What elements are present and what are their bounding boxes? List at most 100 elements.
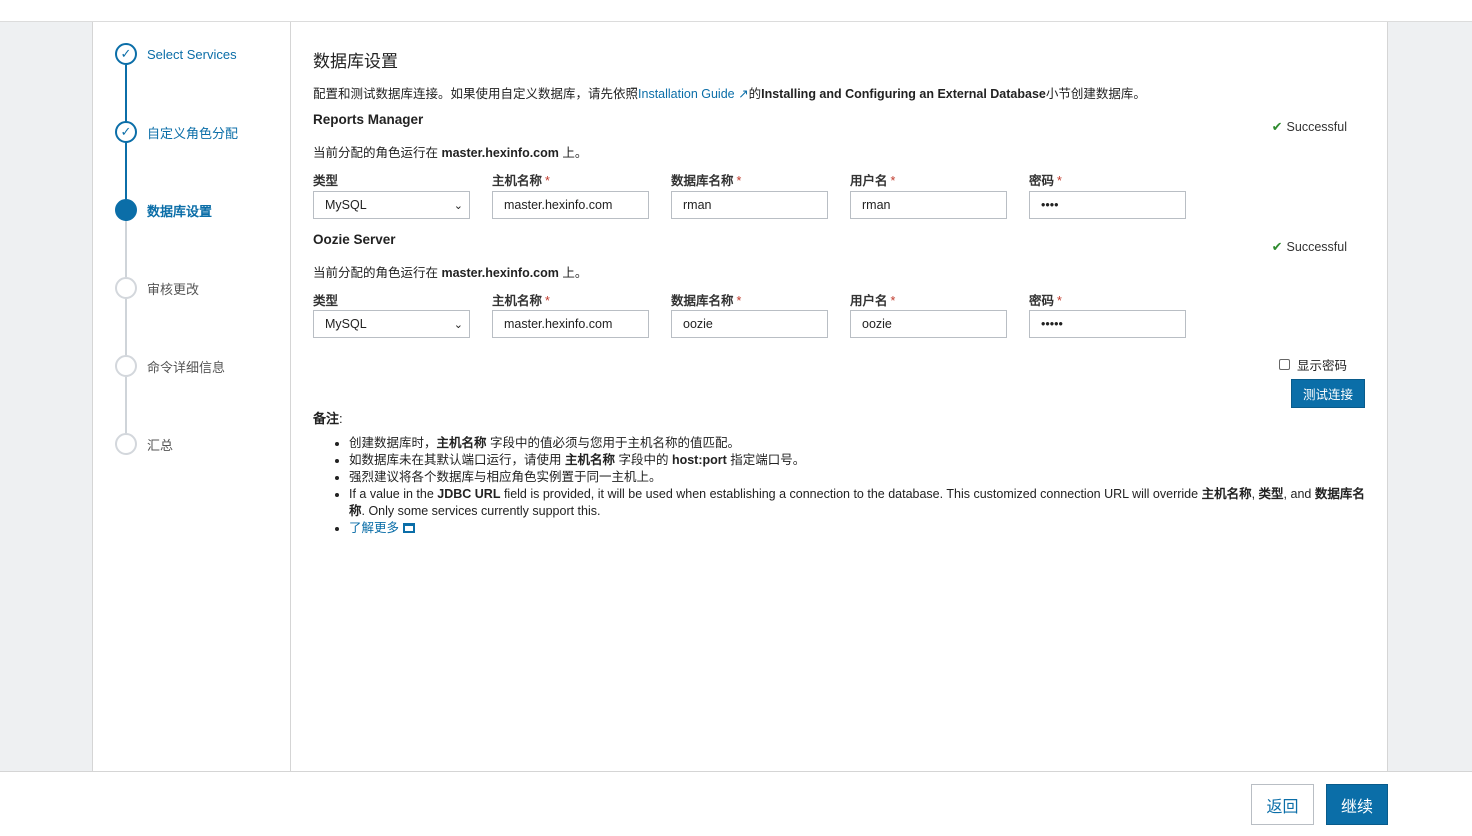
- label-text: 密码: [1029, 174, 1055, 188]
- required-mark: *: [545, 294, 550, 308]
- wizard-footer: 返回 继续: [0, 771, 1472, 836]
- step-connector-todo: [125, 221, 127, 443]
- reports-manager-assignment: 当前分配的角色运行在 master.hexinfo.com 上。: [313, 142, 587, 161]
- user-label: 用户名 *: [850, 290, 895, 309]
- step-select-services[interactable]: ✓ Select Services: [115, 42, 237, 66]
- note-text: 字段中的值必须与您用于主机名称的值匹配。: [486, 436, 741, 450]
- step-database-setup: 数据库设置: [115, 198, 212, 222]
- external-link-icon: ↗: [738, 87, 749, 101]
- note-bold: 主机名称: [436, 436, 487, 450]
- label-text: 用户名: [850, 294, 888, 308]
- step-custom-role-assignment[interactable]: ✓ 自定义角色分配: [115, 120, 238, 144]
- status-text: Successful: [1286, 120, 1347, 134]
- reports-manager-password-input[interactable]: ••••: [1029, 191, 1186, 219]
- continue-button[interactable]: 继续: [1326, 784, 1388, 825]
- oozie-server-user-input[interactable]: oozie: [850, 310, 1007, 338]
- label-text: 类型: [313, 174, 339, 188]
- intro-prefix: 配置和测试数据库连接。如果使用自定义数据库，请先依照: [313, 87, 639, 101]
- note-text: 如数据库未在其默认端口运行，请使用: [349, 453, 565, 467]
- note-text: field is provided, it will be used when …: [500, 487, 1202, 501]
- note-bold: 类型: [1258, 487, 1284, 501]
- list-item: 强烈建议将各个数据库与相应角色实例置于同一主机上。: [349, 469, 1369, 486]
- wizard-panel: ✓ Select Services ✓ 自定义角色分配 数据库设置 审核更改 命…: [92, 22, 1388, 771]
- step-summary: 汇总: [115, 432, 173, 456]
- step-command-details: 命令详细信息: [115, 354, 225, 378]
- step-label: 审核更改: [147, 281, 200, 297]
- host-label: 主机名称 *: [492, 170, 550, 189]
- notes-list: 创建数据库时，主机名称 字段中的值必须与您用于主机名称的值匹配。 如数据库未在其…: [313, 435, 1369, 537]
- database-setup-content: 数据库设置 配置和测试数据库连接。如果使用自定义数据库，请先依照Installa…: [313, 22, 1369, 771]
- list-item: If a value in the JDBC URL field is prov…: [349, 486, 1369, 520]
- oozie-server-dbname-input[interactable]: oozie: [671, 310, 828, 338]
- current-step-indicator: [115, 199, 137, 221]
- select-value: MySQL: [325, 317, 367, 331]
- status-text: Successful: [1286, 240, 1347, 254]
- assign-suffix: 上。: [558, 266, 588, 280]
- assign-prefix: 当前分配的角色运行在: [313, 146, 442, 160]
- top-bar: [0, 0, 1472, 22]
- label-text: 数据库名称: [671, 174, 734, 188]
- check-icon: ✔: [1271, 239, 1283, 254]
- learn-more-text: 了解更多: [349, 521, 400, 535]
- oozie-server-password-input[interactable]: •••••: [1029, 310, 1186, 338]
- reports-manager-title: Reports Manager: [313, 112, 424, 127]
- note-bold: 主机名称: [564, 453, 615, 467]
- checkmark-icon: ✓: [115, 43, 137, 65]
- reports-manager-type-select[interactable]: MySQL ⌄: [313, 191, 470, 219]
- assign-prefix: 当前分配的角色运行在: [313, 266, 442, 280]
- wizard-steps-sidebar: ✓ Select Services ✓ 自定义角色分配 数据库设置 审核更改 命…: [93, 22, 291, 771]
- note-text: , and: [1283, 487, 1315, 501]
- note-bold: 主机名称: [1201, 487, 1252, 501]
- list-item: 如数据库未在其默认端口运行，请使用 主机名称 字段中的 host:port 指定…: [349, 452, 1369, 469]
- intro-text: 配置和测试数据库连接。如果使用自定义数据库，请先依照Installation G…: [313, 83, 1146, 102]
- list-item: 创建数据库时，主机名称 字段中的值必须与您用于主机名称的值匹配。: [349, 435, 1369, 452]
- assign-host: master.hexinfo.com: [441, 146, 559, 160]
- password-label: 密码 *: [1029, 170, 1062, 189]
- label-text: 数据库名称: [671, 294, 734, 308]
- reports-manager-host-input[interactable]: master.hexinfo.com: [492, 191, 649, 219]
- learn-more-link[interactable]: 了解更多: [349, 521, 416, 535]
- intro-bold: Installing and Configuring an External D…: [761, 87, 1046, 101]
- back-button[interactable]: 返回: [1251, 784, 1314, 825]
- show-password-checkbox[interactable]: [1278, 359, 1290, 370]
- reports-manager-user-input[interactable]: rman: [850, 191, 1007, 219]
- step-review-changes: 审核更改: [115, 276, 199, 300]
- note-text: 字段中的: [615, 453, 672, 467]
- note-text: 指定端口号。: [726, 453, 806, 467]
- show-password-toggle[interactable]: 显示密码: [1278, 355, 1347, 374]
- note-text: . Only some services currently support t…: [361, 504, 601, 518]
- dbname-label: 数据库名称 *: [671, 170, 741, 189]
- pending-step-indicator: [115, 355, 137, 377]
- oozie-server-type-select[interactable]: MySQL ⌄: [313, 310, 470, 338]
- type-label: 类型: [313, 170, 338, 189]
- required-mark: *: [736, 174, 742, 188]
- required-mark: *: [545, 174, 550, 188]
- type-label: 类型: [313, 290, 338, 309]
- note-bold: host:port: [671, 453, 727, 467]
- reports-manager-dbname-input[interactable]: rman: [671, 191, 828, 219]
- test-connection-button[interactable]: 测试连接: [1291, 379, 1365, 408]
- required-mark: *: [890, 174, 896, 188]
- label-text: 用户名: [850, 174, 888, 188]
- check-icon: ✔: [1271, 119, 1283, 134]
- assign-suffix: 上。: [558, 146, 588, 160]
- link-text: Installation Guide: [638, 87, 735, 101]
- required-mark: *: [1057, 174, 1062, 188]
- oozie-server-title: Oozie Server: [313, 232, 396, 247]
- step-label: 命令详细信息: [147, 359, 226, 375]
- oozie-server-assignment: 当前分配的角色运行在 master.hexinfo.com 上。: [313, 262, 587, 281]
- chevron-down-icon: ⌄: [453, 318, 463, 331]
- required-mark: *: [736, 294, 742, 308]
- label-text: 类型: [313, 294, 339, 308]
- step-label: Select Services: [147, 46, 237, 62]
- required-mark: *: [890, 294, 896, 308]
- reports-manager-status: ✔ Successful: [1272, 119, 1347, 135]
- user-label: 用户名 *: [850, 170, 895, 189]
- required-mark: *: [1057, 294, 1062, 308]
- oozie-server-host-input[interactable]: master.hexinfo.com: [492, 310, 649, 338]
- step-label: 汇总: [147, 437, 174, 453]
- notes-title-colon: :: [339, 411, 343, 426]
- pending-step-indicator: [115, 277, 137, 299]
- installation-guide-link[interactable]: Installation Guide ↗: [638, 87, 749, 101]
- select-value: MySQL: [325, 198, 367, 212]
